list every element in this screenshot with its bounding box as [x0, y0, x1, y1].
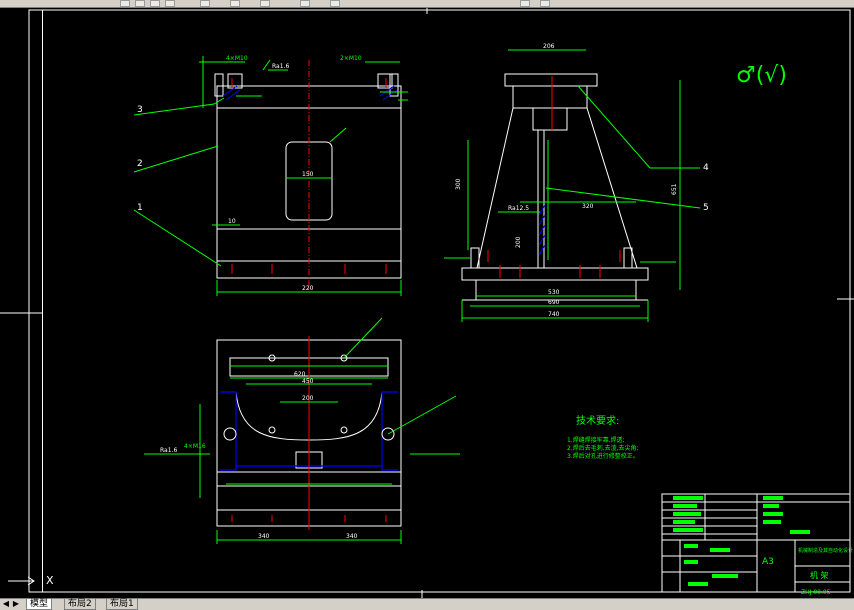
- dim-front-width: 220: [302, 285, 314, 292]
- front-hatch: [222, 85, 398, 101]
- drawing-canvas[interactable]: 220 150 10 4×M10 2×M10 Ra1.6 3 2 1 4 5 2…: [0, 8, 854, 598]
- side-red-marks: [487, 76, 621, 278]
- title-sheet-size: A3: [762, 557, 774, 567]
- side-view: [461, 73, 649, 301]
- dim-front-10: 10: [228, 218, 236, 225]
- dim-side-ra: Ra12.5: [508, 205, 529, 212]
- cad-toolbar: [0, 0, 854, 8]
- tech-req-item-3: 3.焊后对孔进行修整校正。: [567, 452, 639, 460]
- dim-front-ra: Ra1.6: [272, 63, 289, 70]
- title-drawing-no: ZHJ-00.05: [801, 589, 831, 596]
- leader-label-2: 2: [137, 159, 143, 169]
- side-dim-text: 206 300 200 320 651 530 690 740 Ra12.5: [455, 43, 678, 318]
- plan-red-marks: [231, 336, 387, 530]
- layout-tabbar: ◀ ▶ 模型 布局2 布局1: [0, 598, 854, 610]
- cad-drawing: 220 150 10 4×M10 2×M10 Ra1.6 3 2 1 4 5 2…: [0, 8, 854, 598]
- tab-model[interactable]: 模型: [26, 599, 53, 610]
- toolbar-button[interactable]: [200, 0, 210, 7]
- tech-requirements: 技术要求: 1.焊缝焊接牢靠,焊透; 2.焊后去毛刺,去渣,去尖角; 3.焊后对…: [567, 414, 639, 460]
- tab-nav-first-icon[interactable]: ◀: [2, 599, 10, 609]
- dim-side-530: 530: [548, 289, 560, 296]
- tech-req-item-2: 2.焊后去毛刺,去渣,去尖角;: [567, 444, 639, 452]
- toolbar-button[interactable]: [260, 0, 270, 7]
- toolbar-button[interactable]: [230, 0, 240, 7]
- dim-front-150: 150: [302, 171, 314, 178]
- dim-plan-340b: 340: [346, 533, 358, 540]
- toolbar-button[interactable]: [300, 0, 310, 7]
- tech-req-title: 技术要求:: [576, 414, 619, 427]
- dim-side-690: 690: [548, 299, 560, 306]
- leader-label-5: 5: [703, 203, 709, 213]
- dim-plan-ra: Ra1.6: [160, 447, 177, 454]
- dim-side-740: 740: [548, 311, 560, 318]
- title-desc: 机械制造及其自动化设计: [798, 547, 853, 554]
- dim-plan-4x: 4×M16: [184, 443, 206, 450]
- front-dimensions: [133, 56, 408, 296]
- tab-nav-next-icon[interactable]: ▶: [12, 599, 20, 609]
- dim-side-651: 651: [671, 183, 678, 195]
- title-part-name: 机 架: [810, 570, 829, 580]
- toolbar-button[interactable]: [165, 0, 175, 7]
- dim-front-2x: 2×M10: [340, 55, 362, 62]
- toolbar-button[interactable]: [120, 0, 130, 7]
- tab-layout1[interactable]: 布局1: [106, 599, 138, 610]
- roughness-symbol: ♂(√): [736, 63, 787, 88]
- leader-label-4: 4: [703, 163, 709, 173]
- part-leaders: 3 2 1 4 5: [137, 105, 709, 213]
- toolbar-button[interactable]: [135, 0, 145, 7]
- dim-plan-450: 450: [302, 378, 314, 385]
- dim-plan-620: 620: [294, 371, 306, 378]
- plan-dim-text: 620 450 200 340 340 4×M16 Ra1.6: [160, 371, 358, 540]
- dim-side-300: 300: [455, 178, 462, 190]
- dim-side-206: 206: [543, 43, 555, 50]
- toolbar-button[interactable]: [520, 0, 530, 7]
- outer-frame: [28, 9, 851, 593]
- leader-label-3: 3: [137, 105, 143, 115]
- ucs-x-label: X: [46, 574, 54, 587]
- dim-plan-340a: 340: [258, 533, 270, 540]
- dim-side-320: 320: [582, 203, 594, 210]
- dim-plan-200: 200: [302, 395, 314, 402]
- tab-layout2[interactable]: 布局2: [64, 599, 96, 610]
- toolbar-button[interactable]: [330, 0, 340, 7]
- toolbar-button[interactable]: [150, 0, 160, 7]
- dim-front-4x: 4×M10: [226, 55, 248, 62]
- dim-side-200: 200: [515, 236, 522, 248]
- front-dim-text: 220 150 10 4×M10 2×M10 Ra1.6: [226, 55, 362, 292]
- binding-line: [42, 10, 43, 592]
- tech-req-item-1: 1.焊缝焊接牢靠,焊透;: [567, 436, 625, 444]
- toolbar-button[interactable]: [540, 0, 550, 7]
- ucs-icon: [8, 576, 35, 586]
- leader-label-1: 1: [137, 203, 143, 213]
- side-dimensions: [444, 49, 701, 322]
